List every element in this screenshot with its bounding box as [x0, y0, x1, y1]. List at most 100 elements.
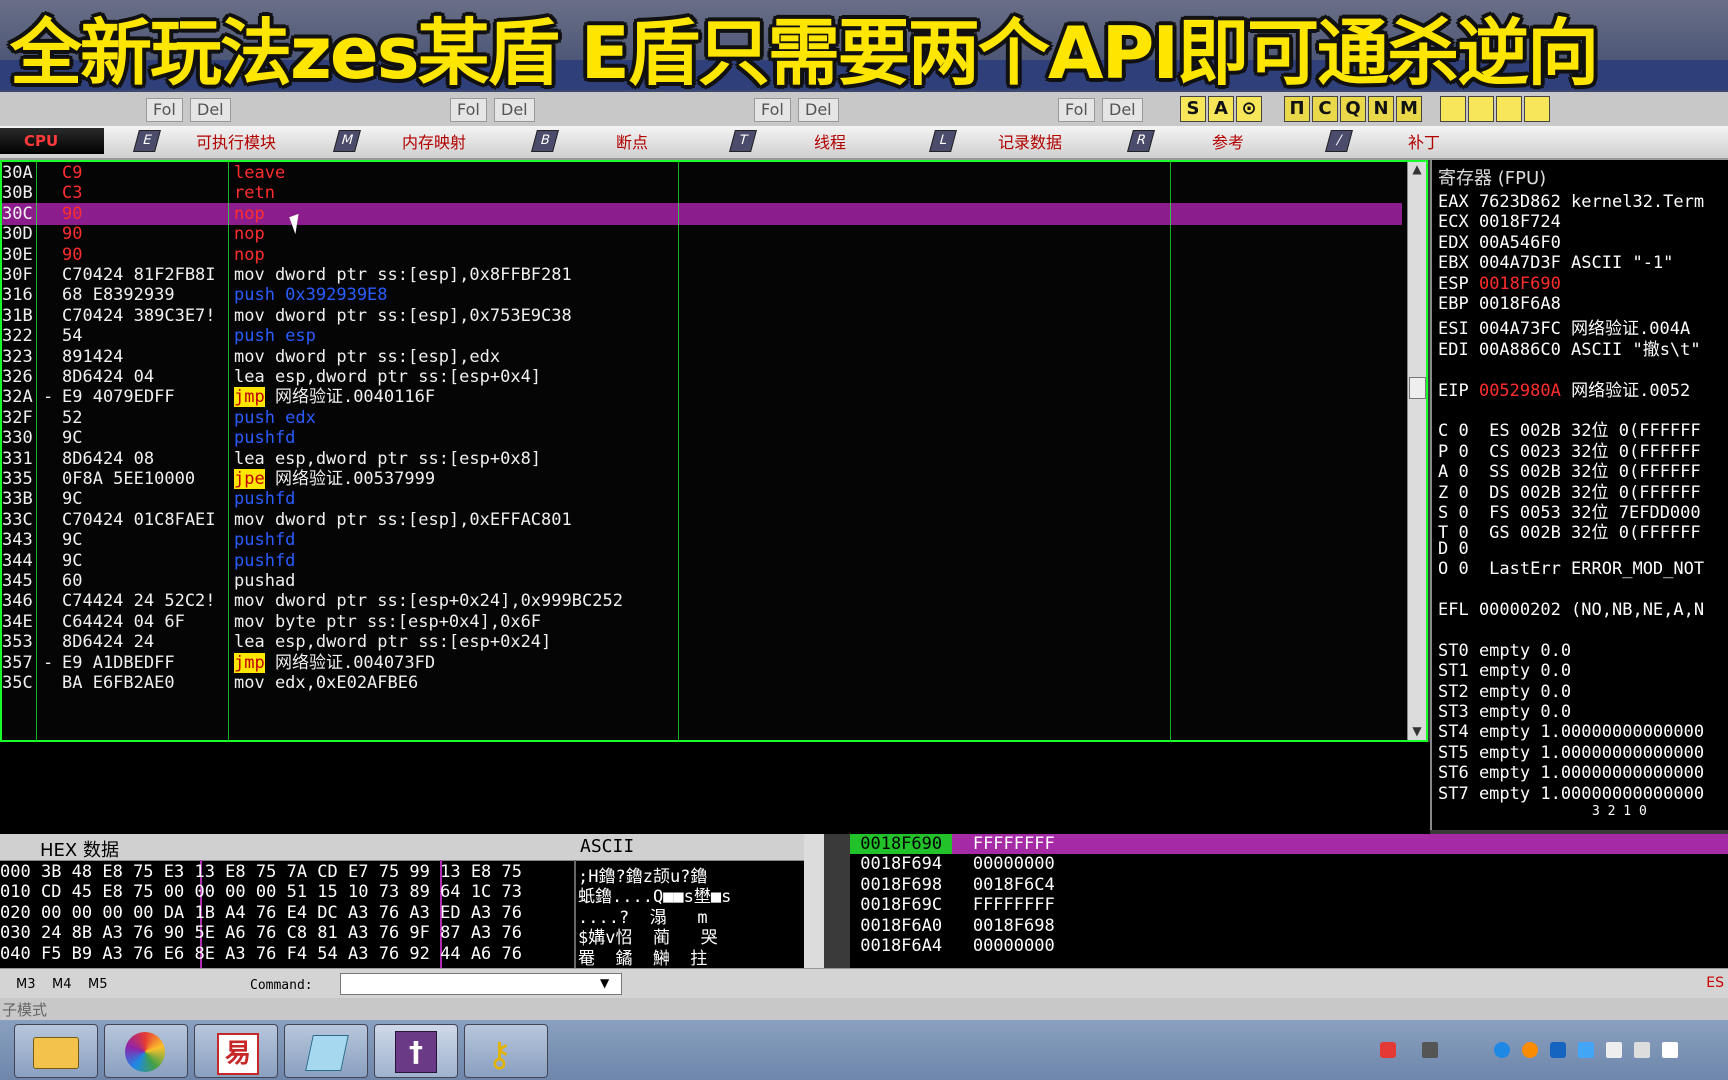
- stack-row[interactable]: 0018F6A0 0018F698: [850, 916, 1054, 936]
- toolbar-pi-button[interactable]: Π: [1284, 96, 1310, 122]
- register-line[interactable]: ST7 empty 1.00000000000000: [1438, 784, 1704, 804]
- window-icon[interactable]: [1496, 96, 1522, 122]
- hex-row[interactable]: 030 24 8B A3 76 90 5E A6 76 C8 81 A3 76 …: [0, 923, 718, 948]
- disasm-row[interactable]: 331 8D6424 08 lea esp,dword ptr ss:[esp+0x…: [2, 448, 1402, 470]
- notes-icon[interactable]: [1440, 96, 1466, 122]
- stack-row[interactable]: 0018F690 FFFFFFFF: [850, 834, 1728, 854]
- ascii-column-header[interactable]: ASCII: [580, 836, 634, 857]
- grid-icon[interactable]: [1524, 96, 1550, 122]
- chevron-down-icon[interactable]: ▼: [600, 976, 609, 990]
- disasm-row[interactable]: 323 891424 mov dword ptr ss:[esp],edx: [2, 346, 1402, 368]
- disasm-row[interactable]: 34E C64424 04 6F mov byte ptr ss:[esp+0x4]…: [2, 611, 1402, 633]
- disasm-row[interactable]: 30C 90 nop: [2, 202, 1402, 225]
- del-button-4[interactable]: Del: [1102, 98, 1143, 122]
- disasm-row[interactable]: 335 0F8A 5EE10000 jpe 网络验证.00537999: [2, 468, 1402, 490]
- disasm-row[interactable]: 353 8D6424 24 lea esp,dword ptr ss:[esp+0x…: [2, 631, 1402, 653]
- tab-executable-modules[interactable]: 可执行模块: [196, 132, 276, 154]
- tab-threads[interactable]: 线程: [814, 132, 846, 154]
- register-line[interactable]: ST5 empty 1.00000000000000: [1438, 743, 1704, 763]
- disasm-row[interactable]: 316 68 E8392939 push 0x392939E8: [2, 284, 1402, 306]
- disasm-row[interactable]: 357 - E9 A1DBEDFF jmp 网络验证.004073FD: [2, 652, 1402, 674]
- register-line[interactable]: O 0 LastErr ERROR_MOD_NOT: [1438, 559, 1704, 579]
- volume-icon[interactable]: [1662, 1042, 1678, 1058]
- scroll-down-icon[interactable]: ▼: [1408, 724, 1426, 738]
- toolbar-m-button[interactable]: M: [1396, 96, 1422, 122]
- del-button-1[interactable]: Del: [190, 98, 231, 122]
- stack-row[interactable]: 0018F6A4 00000000: [850, 936, 1054, 956]
- hex-dump-pane[interactable]: HEX 数据 ASCII 000 3B 48 E8 75 E3 13 E8 75…: [0, 834, 824, 968]
- m5-button[interactable]: M5: [88, 977, 108, 992]
- register-line[interactable]: EDI 00A886C0 ASCII "撤s\t": [1438, 335, 1701, 360]
- register-line[interactable]: EDX 00A546F0: [1438, 233, 1561, 253]
- fol-button-4[interactable]: Fol: [1058, 98, 1095, 122]
- disasm-row[interactable]: 33C C70424 01C8FAEI mov dword ptr ss:[esp]…: [2, 509, 1402, 531]
- disasm-row[interactable]: 344 9C pushfd: [2, 550, 1402, 572]
- monitor-icon[interactable]: [1578, 1042, 1594, 1058]
- toolbar-target-button[interactable]: ⊙: [1236, 96, 1262, 122]
- tab-log-data[interactable]: 记录数据: [998, 132, 1062, 154]
- disassembly-pane[interactable]: 35C BA E6FB2AE0 mov edx,0xE02AFBE6 357 - E9 …: [0, 160, 1428, 742]
- register-line[interactable]: T 0 GS 002B 32位 0(FFFFFF: [1438, 518, 1701, 543]
- register-line[interactable]: EFL 00000202 (NO,NB,NE,A,N: [1438, 600, 1704, 620]
- register-line[interactable]: ST2 empty 0.0: [1438, 682, 1571, 702]
- taskbar-browser-button[interactable]: [104, 1024, 188, 1078]
- m4-button[interactable]: M4: [52, 977, 72, 992]
- stack-row[interactable]: 0018F698 0018F6C4: [850, 875, 1054, 895]
- fol-button-3[interactable]: Fol: [754, 98, 791, 122]
- fol-button-1[interactable]: Fol: [146, 98, 183, 122]
- toolbar-n-button[interactable]: N: [1368, 96, 1394, 122]
- bluetooth-icon[interactable]: [1550, 1042, 1566, 1058]
- disasm-row[interactable]: 330 9C pushfd: [2, 427, 1402, 449]
- del-button-2[interactable]: Del: [494, 98, 535, 122]
- taskbar-debugger-button[interactable]: †: [374, 1024, 458, 1078]
- register-line[interactable]: ST0 empty 0.0: [1438, 641, 1571, 661]
- register-line[interactable]: ST4 empty 1.00000000000000: [1438, 722, 1704, 742]
- disasm-row[interactable]: 35C BA E6FB2AE0 mov edx,0xE02AFBE6: [2, 672, 1402, 694]
- taskbar-notepad-button[interactable]: [284, 1024, 368, 1078]
- tab-breakpoints[interactable]: 断点: [616, 132, 648, 154]
- shield-icon[interactable]: [1522, 1042, 1538, 1058]
- fol-button-2[interactable]: Fol: [450, 98, 487, 122]
- disasm-row[interactable]: 345 60 pushad: [2, 570, 1402, 592]
- disasm-row[interactable]: 32A - E9 4079EDFF jmp 网络验证.0040116F: [2, 386, 1402, 408]
- disasm-row[interactable]: 322 54 push esp: [2, 325, 1402, 347]
- del-button-3[interactable]: Del: [798, 98, 839, 122]
- hex-column-header[interactable]: HEX 数据: [40, 836, 119, 862]
- scroll-up-icon[interactable]: ▲: [1408, 162, 1426, 176]
- hex-row[interactable]: 010 CD 45 E8 75 00 00 00 00 51 15 10 73 …: [0, 882, 731, 907]
- disasm-row[interactable]: 31B C70424 389C3E7! mov dword ptr ss:[esp]…: [2, 305, 1402, 327]
- register-line[interactable]: ST3 empty 0.0: [1438, 702, 1571, 722]
- register-line[interactable]: ESP 0018F690: [1438, 274, 1561, 294]
- disasm-row[interactable]: 30F C70424 81F2FB8I mov dword ptr ss:[esp]…: [2, 264, 1402, 286]
- disasm-row[interactable]: 346 C74424 24 52C2! mov dword ptr ss:[esp+…: [2, 590, 1402, 612]
- usb-icon[interactable]: [1606, 1042, 1622, 1058]
- register-line[interactable]: EIP 0052980A 网络验证.0052: [1438, 376, 1690, 401]
- command-input[interactable]: [340, 973, 622, 995]
- register-line[interactable]: EAX 7623D862 kernel32.Term: [1438, 192, 1704, 212]
- register-line[interactable]: ECX 0018F724: [1438, 212, 1561, 232]
- tab-memory-map[interactable]: 内存映射: [402, 132, 466, 154]
- toolbar-s-button[interactable]: S: [1180, 96, 1206, 122]
- disasm-row[interactable]: 326 8D6424 04 lea esp,dword ptr ss:[esp+0x…: [2, 366, 1402, 388]
- toolbar-q-button[interactable]: Q: [1340, 96, 1366, 122]
- tray-app-icon[interactable]: [1494, 1042, 1510, 1058]
- hex-row[interactable]: 040 F5 B9 A3 76 E6 8E A3 76 F4 54 A3 76 …: [0, 944, 707, 968]
- m3-button[interactable]: M3: [16, 977, 36, 992]
- list-icon[interactable]: [1468, 96, 1494, 122]
- scroll-thumb[interactable]: [1409, 377, 1426, 399]
- register-line[interactable]: EBP 0018F6A8: [1438, 294, 1561, 314]
- tab-patches[interactable]: 补丁: [1408, 132, 1440, 154]
- ime-icon[interactable]: [1380, 1042, 1396, 1058]
- stack-row[interactable]: 0018F69C FFFFFFFF: [850, 895, 1054, 915]
- register-line[interactable]: ST6 empty 1.00000000000000: [1438, 763, 1704, 783]
- stack-pane[interactable]: 0018F690 FFFFFFFF 0018F694 00000000 0018…: [850, 834, 1728, 968]
- toolbar-a-button[interactable]: A: [1208, 96, 1234, 122]
- taskbar-keys-button[interactable]: ⚷: [464, 1024, 548, 1078]
- registers-pane[interactable]: 寄存器 (FPU) EAX 7623D862 kernel32.Term ECX …: [1430, 160, 1728, 830]
- register-line[interactable]: ST1 empty 0.0: [1438, 661, 1571, 681]
- network-icon[interactable]: [1422, 1042, 1438, 1058]
- tab-cpu[interactable]: CPU: [0, 128, 104, 154]
- disasm-row[interactable]: 343 9C pushfd: [2, 529, 1402, 551]
- hex-scrollbar[interactable]: [804, 834, 824, 968]
- taskbar-explorer-button[interactable]: [14, 1024, 98, 1078]
